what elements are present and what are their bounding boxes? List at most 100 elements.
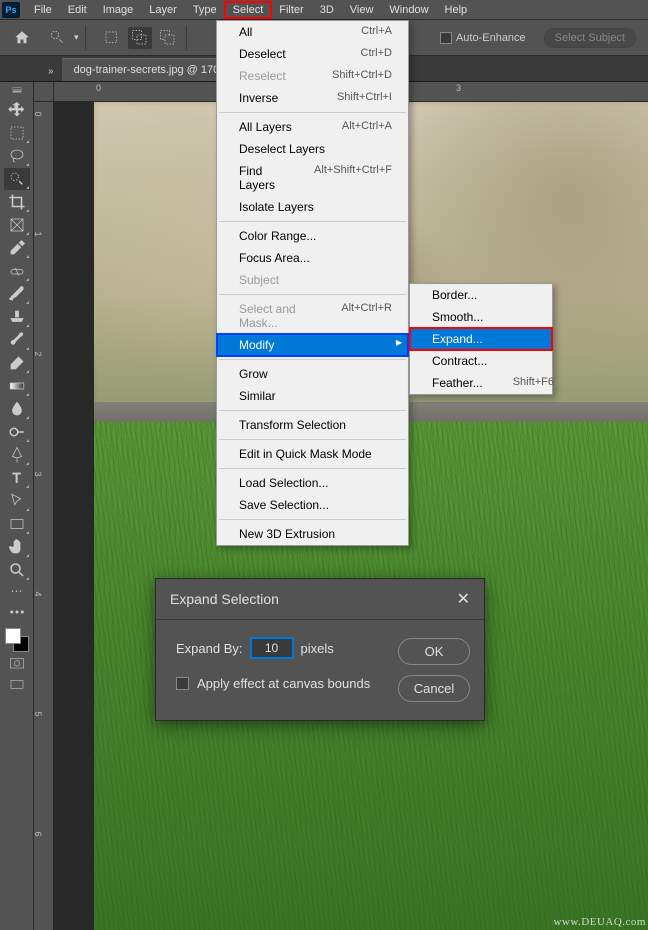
menu-select-color-range[interactable]: Color Range... [217,225,408,247]
cancel-button[interactable]: Cancel [398,675,470,702]
menu-select-save-selection[interactable]: Save Selection... [217,494,408,516]
eyedropper-tool[interactable] [4,237,30,259]
menu-modify-contract[interactable]: Contract... [410,350,552,372]
menu-help[interactable]: Help [437,2,476,18]
frame-tool[interactable] [4,214,30,236]
expand-by-label: Expand By: [176,641,243,656]
select-subject-button[interactable]: Select Subject [544,28,636,48]
menu-select-similar[interactable]: Similar [217,385,408,407]
type-tool[interactable]: T [4,467,30,489]
menu-type[interactable]: Type [185,2,225,18]
foreground-color-swatch[interactable] [5,628,21,644]
add-selection-icon[interactable] [128,27,152,49]
edit-toolbar-icon[interactable] [4,601,30,623]
close-icon[interactable]: ✕ [457,589,470,609]
menu-separator [219,468,406,469]
menu-bar: Ps File Edit Image Layer Type Select Fil… [0,0,648,20]
menu-3d[interactable]: 3D [312,2,342,18]
tab-expand-icon[interactable]: » [40,62,62,81]
menu-select-deselect[interactable]: DeselectCtrl+D [217,43,408,65]
vertical-ruler[interactable]: 0 1 2 3 4 5 6 [34,102,54,930]
healing-brush-tool[interactable] [4,260,30,282]
eraser-tool[interactable] [4,352,30,374]
menu-separator [219,359,406,360]
menu-layer[interactable]: Layer [141,2,185,18]
svg-text:T: T [12,471,20,486]
move-tool[interactable] [4,99,30,121]
menu-select-deselect-layers[interactable]: Deselect Layers [217,138,408,160]
menu-edit[interactable]: Edit [60,2,95,18]
new-selection-icon[interactable] [100,27,124,49]
menu-select-load-selection[interactable]: Load Selection... [217,472,408,494]
rectangle-tool[interactable] [4,513,30,535]
quick-mask-icon[interactable] [5,655,29,673]
ruler-v-label: 4 [34,591,43,596]
menu-separator [219,410,406,411]
unit-label: pixels [301,641,334,656]
menu-select-focus-area[interactable]: Focus Area... [217,247,408,269]
expand-selection-dialog: Expand Selection ✕ Expand By: pixels App… [155,578,485,721]
screen-mode-icon[interactable] [5,676,29,694]
ruler-v-label: 0 [34,111,43,116]
document-tab[interactable]: dog-trainer-secrets.jpg @ 170% [62,58,241,81]
menu-modify-feather[interactable]: Feather...Shift+F6 [410,372,552,394]
tools-grip[interactable] [0,88,33,98]
path-selection-tool[interactable] [4,490,30,512]
ruler-h-label: 0 [96,83,101,93]
menu-view[interactable]: View [342,2,382,18]
apply-bounds-checkbox[interactable]: Apply effect at canvas bounds [176,676,382,691]
menu-select[interactable]: Select [225,2,272,18]
quick-selection-tool[interactable] [4,168,30,190]
menu-window[interactable]: Window [381,2,436,18]
dialog-titlebar[interactable]: Expand Selection ✕ [156,579,484,620]
menu-select-quick-mask[interactable]: Edit in Quick Mask Mode [217,443,408,465]
history-brush-tool[interactable] [4,329,30,351]
ruler-h-label: 3 [456,83,461,93]
home-icon[interactable] [12,29,32,47]
ruler-v-label: 1 [34,231,43,236]
menu-select-inverse[interactable]: InverseShift+Ctrl+I [217,87,408,109]
clone-stamp-tool[interactable] [4,306,30,328]
auto-enhance-checkbox[interactable]: Auto-Enhance [440,32,526,44]
color-swatches[interactable] [5,628,29,652]
checkbox-icon [440,32,452,44]
auto-enhance-label: Auto-Enhance [456,32,526,44]
menu-select-transform[interactable]: Transform Selection [217,414,408,436]
blur-tool[interactable] [4,398,30,420]
dodge-tool[interactable] [4,421,30,443]
menu-modify-border[interactable]: Border... [410,284,552,306]
menu-select-3d-extrusion[interactable]: New 3D Extrusion [217,523,408,545]
gradient-tool[interactable] [4,375,30,397]
menu-separator [219,221,406,222]
crop-tool[interactable] [4,191,30,213]
ok-button[interactable]: OK [398,638,470,665]
ruler-v-label: 3 [34,471,43,476]
tools-more-icon[interactable]: ⋯ [11,584,23,598]
menu-image[interactable]: Image [95,2,142,18]
zoom-tool[interactable] [4,559,30,581]
menu-modify-expand[interactable]: Expand... [410,328,552,350]
menu-select-all[interactable]: AllCtrl+A [217,21,408,43]
menu-select-all-layers[interactable]: All LayersAlt+Ctrl+A [217,116,408,138]
pen-tool[interactable] [4,444,30,466]
lasso-tool[interactable] [4,145,30,167]
app-logo: Ps [2,2,20,18]
subtract-selection-icon[interactable] [156,27,180,49]
menu-select-find-layers[interactable]: Find LayersAlt+Shift+Ctrl+F [217,160,408,196]
ruler-v-label: 6 [34,831,43,836]
menu-filter[interactable]: Filter [271,2,311,18]
expand-by-input[interactable] [251,638,293,658]
marquee-tool[interactable] [4,122,30,144]
brush-tool[interactable] [4,283,30,305]
ruler-v-label: 2 [34,351,43,356]
menu-file[interactable]: File [26,2,60,18]
hand-tool[interactable] [4,536,30,558]
menu-select-isolate-layers[interactable]: Isolate Layers [217,196,408,218]
dropdown-icon[interactable]: ▾ [74,32,79,43]
tool-preset-icon[interactable] [46,27,70,49]
menu-separator [219,519,406,520]
menu-select-modify[interactable]: Modify [217,334,408,356]
menu-select-grow[interactable]: Grow [217,363,408,385]
ruler-origin[interactable] [34,82,54,102]
menu-modify-smooth[interactable]: Smooth... [410,306,552,328]
